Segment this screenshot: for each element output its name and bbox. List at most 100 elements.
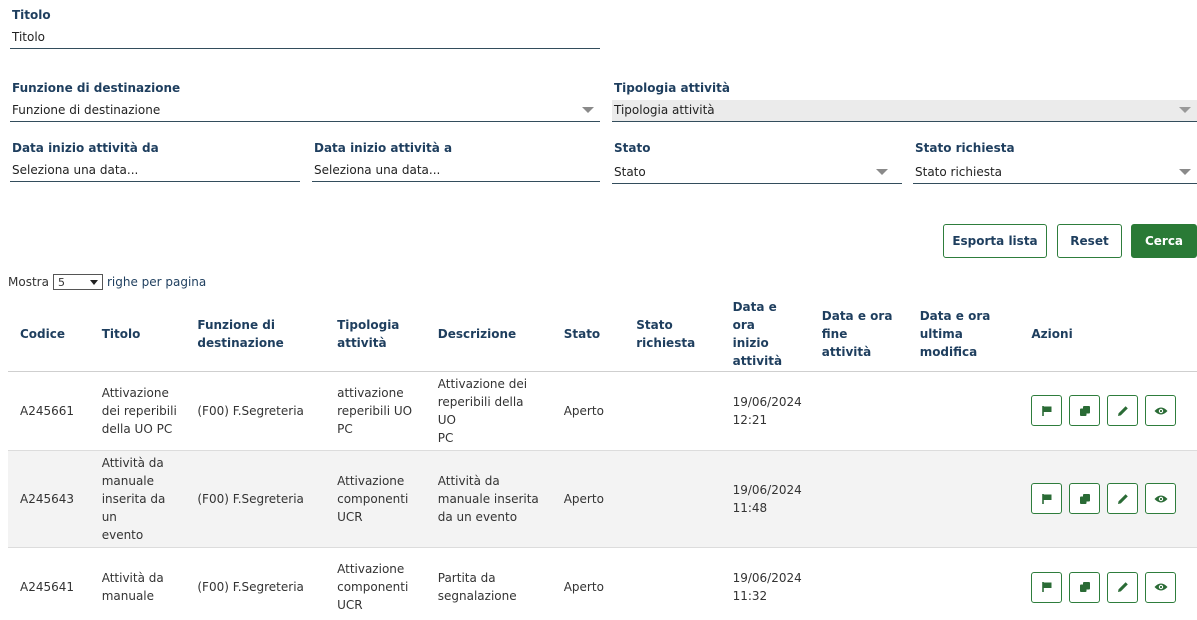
funzione-select-value: Funzione di destinazione [12, 103, 161, 117]
col-header-data-fine[interactable]: Data e ora fine attività [809, 297, 908, 372]
cell-tipologia: Attivazione componenti UCR [325, 450, 426, 548]
stato-richiesta-select-value: Stato richiesta [915, 165, 1003, 179]
col-header-stato[interactable]: Stato [551, 297, 625, 372]
table-header-row: Codice Titolo Funzione di destinazione Ti… [8, 297, 1197, 372]
cerca-button[interactable]: Cerca [1131, 224, 1197, 258]
cell-titolo: Attività da manuale [89, 547, 186, 620]
cell-descrizione: Attivazione dei reperibili della UO PC [425, 371, 552, 451]
cell-line: attivazione [337, 385, 404, 400]
cell-stato: Aperto [551, 371, 625, 451]
page-size-control: Mostra 5 righe per pagina [8, 274, 206, 290]
header-line: ultima [919, 326, 963, 341]
stato-select[interactable]: Stato [612, 162, 902, 184]
duplicate-button[interactable] [1069, 483, 1101, 514]
edit-button[interactable] [1107, 483, 1139, 514]
funzione-label: Funzione di destinazione [12, 81, 181, 95]
esporta-lista-button[interactable]: Esporta lista [943, 224, 1047, 258]
cell-tipologia: Attivazione componenti UCR [325, 547, 426, 620]
col-header-tipologia[interactable]: Tipologia attività [325, 297, 426, 372]
cell-azioni [1019, 371, 1197, 451]
cell-line: 11:32 [732, 589, 768, 603]
cell-line: reperibili UO [337, 403, 413, 418]
cell-line: UCR [337, 509, 363, 524]
cell-stato-richiesta [624, 371, 721, 451]
tipologia-label: Tipologia attività [614, 81, 730, 95]
flag-button[interactable] [1031, 571, 1063, 603]
edit-button[interactable] [1107, 571, 1139, 603]
copy-icon [1079, 493, 1090, 504]
cell-line: 19/06/2024 [732, 571, 802, 585]
data-a-input[interactable]: Seleziona una data... [312, 160, 600, 182]
table-row: A245643 Attività da manuale inserita da un… [8, 450, 1197, 548]
duplicate-button[interactable] [1069, 395, 1101, 426]
cell-stato: Aperto [551, 450, 625, 548]
titolo-input[interactable]: Titolo [10, 27, 600, 49]
chevron-down-icon [1179, 169, 1191, 175]
tipologia-select-value: Tipologia attività [614, 103, 715, 117]
edit-button[interactable] [1107, 395, 1139, 426]
reset-button[interactable]: Reset [1057, 224, 1122, 258]
pencil-icon [1117, 405, 1128, 416]
cell-line: 11:48 [732, 500, 768, 515]
flag-button[interactable] [1031, 483, 1063, 514]
header-line: Descrizione [437, 326, 517, 341]
funzione-select[interactable]: Funzione di destinazione [10, 100, 600, 122]
cell-titolo: Attivazione dei reperibili della UO PC [89, 371, 186, 451]
cell-line: Attività da [437, 473, 500, 488]
cell-data-inizio: 19/06/2024 11:32 [720, 547, 810, 620]
flag-button[interactable] [1031, 395, 1063, 426]
table-row: A245661 Attivazione dei reperibili della U… [8, 371, 1197, 451]
view-button[interactable] [1145, 571, 1177, 603]
cell-funzione: (F00) F.Segreteria [185, 547, 326, 620]
header-line: Stato [636, 317, 673, 332]
cell-line: Attivazione dei [437, 376, 528, 391]
eye-icon [1154, 495, 1168, 502]
cell-data-inizio: 19/06/2024 11:48 [720, 450, 810, 548]
duplicate-button[interactable] [1069, 571, 1101, 603]
cell-stato-richiesta [624, 450, 721, 548]
tipologia-select[interactable]: Tipologia attività [612, 100, 1197, 122]
header-line: Azioni [1031, 326, 1073, 341]
chevron-down-icon [1179, 107, 1191, 113]
header-line: Data e ora [732, 299, 777, 332]
header-line: modifica [919, 344, 978, 359]
data-da-input[interactable]: Seleziona una data... [10, 160, 300, 182]
cell-data-modifica [907, 371, 1020, 451]
stato-richiesta-select[interactable]: Stato richiesta [913, 162, 1197, 184]
eye-icon [1154, 407, 1168, 414]
header-line: Codice [20, 326, 66, 341]
data-a-label: Data inizio attività a [314, 141, 453, 155]
cell-line: segnalazione [437, 589, 517, 603]
header-line: destinazione [197, 335, 284, 350]
flag-icon [1042, 493, 1052, 504]
col-header-descrizione[interactable]: Descrizione [425, 297, 552, 372]
stato-richiesta-label: Stato richiesta [915, 141, 1015, 155]
activities-table: Codice Titolo Funzione di destinazione Ti… [8, 297, 1197, 620]
col-header-titolo[interactable]: Titolo [89, 297, 186, 372]
cell-line: Attivazione [337, 473, 405, 488]
data-da-label: Data inizio attività da [12, 141, 159, 155]
cell-line: Attività da [101, 571, 164, 585]
cell-data-modifica [907, 450, 1020, 548]
col-header-data-inizio[interactable]: Data e ora inizio attività [720, 297, 810, 372]
table-row: A245641 Attività da manuale (F00) F.Segre… [8, 547, 1197, 620]
view-button[interactable] [1145, 395, 1177, 426]
page-size-select[interactable]: 5 [52, 274, 103, 290]
cell-line: manuale [101, 589, 155, 603]
col-header-codice[interactable]: Codice [8, 297, 90, 372]
cell-data-fine [809, 547, 908, 620]
pencil-icon [1117, 493, 1128, 504]
cell-data-fine [809, 371, 908, 451]
cell-line: 19/06/2024 [732, 394, 802, 409]
cell-line: Attività da [101, 455, 164, 470]
header-line: inizio [732, 335, 769, 350]
col-header-funzione[interactable]: Funzione di destinazione [185, 297, 326, 372]
view-button[interactable] [1145, 483, 1177, 514]
col-header-data-modifica[interactable]: Data e ora ultima modifica [907, 297, 1020, 372]
col-header-stato-richiesta[interactable]: Stato richiesta [624, 297, 721, 372]
header-line: Titolo [101, 326, 141, 341]
cell-line: PC [437, 430, 454, 445]
header-line: Data e ora [821, 308, 893, 323]
cell-data-fine [809, 450, 908, 548]
header-line: Funzione di [197, 317, 275, 332]
